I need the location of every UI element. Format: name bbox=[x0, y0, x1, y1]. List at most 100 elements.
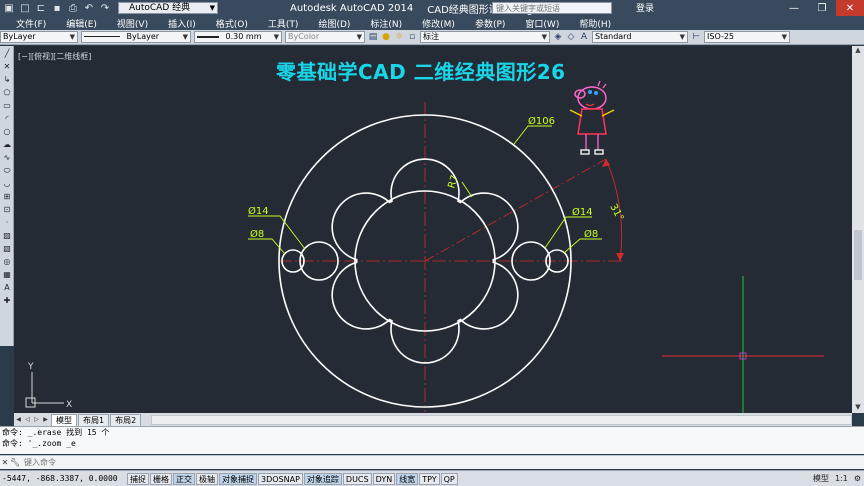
lightbulb-icon[interactable]: ● bbox=[381, 32, 391, 42]
status-ducs[interactable]: DUCS bbox=[342, 472, 372, 485]
polyline-icon[interactable]: ↳ bbox=[1, 74, 13, 85]
chevron-down-icon: ▼ bbox=[273, 33, 279, 41]
insert-block-icon[interactable]: ⊞ bbox=[1, 191, 13, 202]
wrench-icon[interactable]: 🔧︎ bbox=[10, 458, 20, 467]
cartoon-pig-figure bbox=[569, 80, 615, 155]
ucs-x-label: X bbox=[66, 400, 72, 410]
workspace-select[interactable]: AutoCAD 经典 ▼ bbox=[118, 2, 218, 14]
menu-file[interactable]: 文件(F) bbox=[16, 17, 46, 30]
print-icon[interactable]: ⎙ bbox=[66, 2, 80, 14]
gradient-icon[interactable]: ▧ bbox=[1, 243, 13, 254]
menu-dimension[interactable]: 标注(N) bbox=[370, 17, 402, 30]
plotstyle-select[interactable]: ByColor ▼ bbox=[285, 31, 365, 43]
drawing-canvas[interactable]: [−][俯视][二维线框] 零基础学CAD 二维经典图形26 Ø106 R7 3… bbox=[14, 46, 852, 413]
app-menu-icon[interactable]: ▣ bbox=[2, 2, 16, 14]
close-button[interactable]: ✕ bbox=[836, 0, 864, 16]
tab-layout2[interactable]: 布局2 bbox=[110, 414, 142, 426]
tab-model[interactable]: 模型 bbox=[51, 414, 77, 426]
scrollbar-thumb[interactable] bbox=[854, 230, 862, 280]
coordinate-readout[interactable]: -5447, -868.3387, 0.0000 bbox=[0, 474, 126, 483]
menu-view[interactable]: 视图(V) bbox=[117, 17, 148, 30]
arc-icon[interactable]: ◜ bbox=[1, 113, 13, 124]
scroll-up-icon[interactable]: ▲ bbox=[852, 46, 864, 56]
chevron-down-icon: ▼ bbox=[541, 33, 547, 41]
circle-icon[interactable]: ○ bbox=[1, 126, 13, 137]
minimize-button[interactable]: — bbox=[780, 0, 808, 16]
tab-last-icon[interactable]: ▶ bbox=[41, 414, 50, 426]
status-snap[interactable]: 捕捉 bbox=[127, 472, 149, 485]
menu-parametric[interactable]: 参数(P) bbox=[475, 17, 505, 30]
menu-edit[interactable]: 编辑(E) bbox=[66, 17, 97, 30]
menu-modify[interactable]: 修改(M) bbox=[422, 17, 455, 30]
status-grid[interactable]: 栅格 bbox=[150, 472, 172, 485]
vertical-scrollbar[interactable]: ▲ ▼ bbox=[852, 46, 864, 413]
status-polar[interactable]: 极轴 bbox=[196, 472, 218, 485]
menu-draw[interactable]: 绘图(D) bbox=[318, 17, 350, 30]
menu-tools[interactable]: 工具(T) bbox=[268, 17, 299, 30]
command-input[interactable] bbox=[24, 456, 844, 469]
mtext-icon[interactable]: A bbox=[1, 282, 13, 293]
help-search-input[interactable] bbox=[492, 2, 612, 14]
open-file-icon[interactable]: ⊏ bbox=[34, 2, 48, 14]
horizontal-scrollbar[interactable] bbox=[151, 415, 852, 425]
close-icon[interactable]: ✕ bbox=[0, 458, 10, 467]
lock-icon[interactable]: ▫ bbox=[407, 32, 417, 42]
new-file-icon[interactable]: □ bbox=[18, 2, 32, 14]
layer-select[interactable]: 标注 ▼ bbox=[420, 31, 550, 43]
status-3dosnap[interactable]: 3DOSNAP bbox=[258, 472, 303, 485]
tab-first-icon[interactable]: ◀ bbox=[14, 414, 23, 426]
left-small-diameter-label: Ø8 bbox=[250, 228, 264, 240]
menu-insert[interactable]: 插入(I) bbox=[168, 17, 196, 30]
add-selected-icon[interactable]: ✚ bbox=[1, 295, 13, 306]
status-osnap[interactable]: 对象捕捉 bbox=[219, 472, 257, 485]
status-tpy[interactable]: TPY bbox=[419, 472, 440, 485]
lineweight-select[interactable]: 0.30 mm ▼ bbox=[194, 31, 282, 43]
status-dyn[interactable]: DYN bbox=[372, 472, 396, 485]
ucs-y-label: Y bbox=[27, 362, 34, 372]
text-style-select[interactable]: Standard ▼ bbox=[592, 31, 688, 43]
redo-icon[interactable]: ↷ bbox=[98, 2, 112, 14]
line-tool-icon[interactable]: ╱ bbox=[1, 48, 13, 59]
layer-manager-icon[interactable]: ▤ bbox=[368, 32, 378, 42]
tab-prev-icon[interactable]: ◁ bbox=[23, 414, 32, 426]
revision-cloud-icon[interactable]: ☁ bbox=[1, 139, 13, 150]
sun-icon[interactable]: ☼ bbox=[394, 32, 404, 42]
restore-button[interactable]: ❐ bbox=[808, 0, 836, 16]
construction-line-icon[interactable]: ✕ bbox=[1, 61, 13, 72]
point-icon[interactable]: · bbox=[1, 217, 13, 228]
table-icon[interactable]: ▦ bbox=[1, 269, 13, 280]
region-icon[interactable]: ◎ bbox=[1, 256, 13, 267]
layer-previous-icon[interactable]: ◈ bbox=[553, 32, 563, 42]
menu-window[interactable]: 窗口(W) bbox=[525, 17, 559, 30]
status-model-space[interactable]: 模型 bbox=[813, 473, 829, 484]
ellipse-icon[interactable]: ⬭ bbox=[1, 165, 13, 176]
dim-style-select[interactable]: ISO-25 ▼ bbox=[704, 31, 790, 43]
status-ortho[interactable]: 正交 bbox=[173, 472, 195, 485]
scroll-down-icon[interactable]: ▼ bbox=[852, 403, 864, 413]
rectangle-icon[interactable]: ▭ bbox=[1, 100, 13, 111]
text-style-icon[interactable]: A bbox=[579, 32, 589, 42]
polygon-icon[interactable]: ⬠ bbox=[1, 87, 13, 98]
status-lineweight[interactable]: 线宽 bbox=[396, 472, 419, 485]
make-block-icon[interactable]: ⊡ bbox=[1, 204, 13, 215]
hatch-icon[interactable]: ▨ bbox=[1, 230, 13, 241]
dim-style-icon[interactable]: ⊢ bbox=[691, 32, 701, 42]
annotation-scale[interactable]: 1:1 bbox=[835, 474, 848, 483]
menu-help[interactable]: 帮助(H) bbox=[579, 17, 611, 30]
tab-layout1[interactable]: 布局1 bbox=[78, 414, 110, 426]
status-qp[interactable]: QP bbox=[440, 472, 458, 485]
undo-icon[interactable]: ↶ bbox=[82, 2, 96, 14]
draw-toolbar: ╱ ✕ ↳ ⬠ ▭ ◜ ○ ☁ ∿ ⬭ ◡ ⊞ ⊡ · ▨ ▧ ◎ ▦ A ✚ bbox=[0, 46, 14, 346]
ellipse-arc-icon[interactable]: ◡ bbox=[1, 178, 13, 189]
make-current-icon[interactable]: ◇ bbox=[566, 32, 576, 42]
tab-next-icon[interactable]: ▷ bbox=[32, 414, 41, 426]
angle-arrowhead bbox=[616, 253, 624, 261]
menu-format[interactable]: 格式(O) bbox=[216, 17, 248, 30]
save-icon[interactable]: ▪ bbox=[50, 2, 64, 14]
status-otrack[interactable]: 对象追踪 bbox=[303, 472, 342, 485]
color-select[interactable]: ByLayer ▼ bbox=[0, 31, 78, 43]
spline-icon[interactable]: ∿ bbox=[1, 152, 13, 163]
linetype-select[interactable]: ByLayer ▼ bbox=[81, 31, 191, 43]
login-button[interactable]: 登录 bbox=[636, 1, 654, 14]
settings-icon[interactable]: ⚙ bbox=[854, 474, 861, 483]
